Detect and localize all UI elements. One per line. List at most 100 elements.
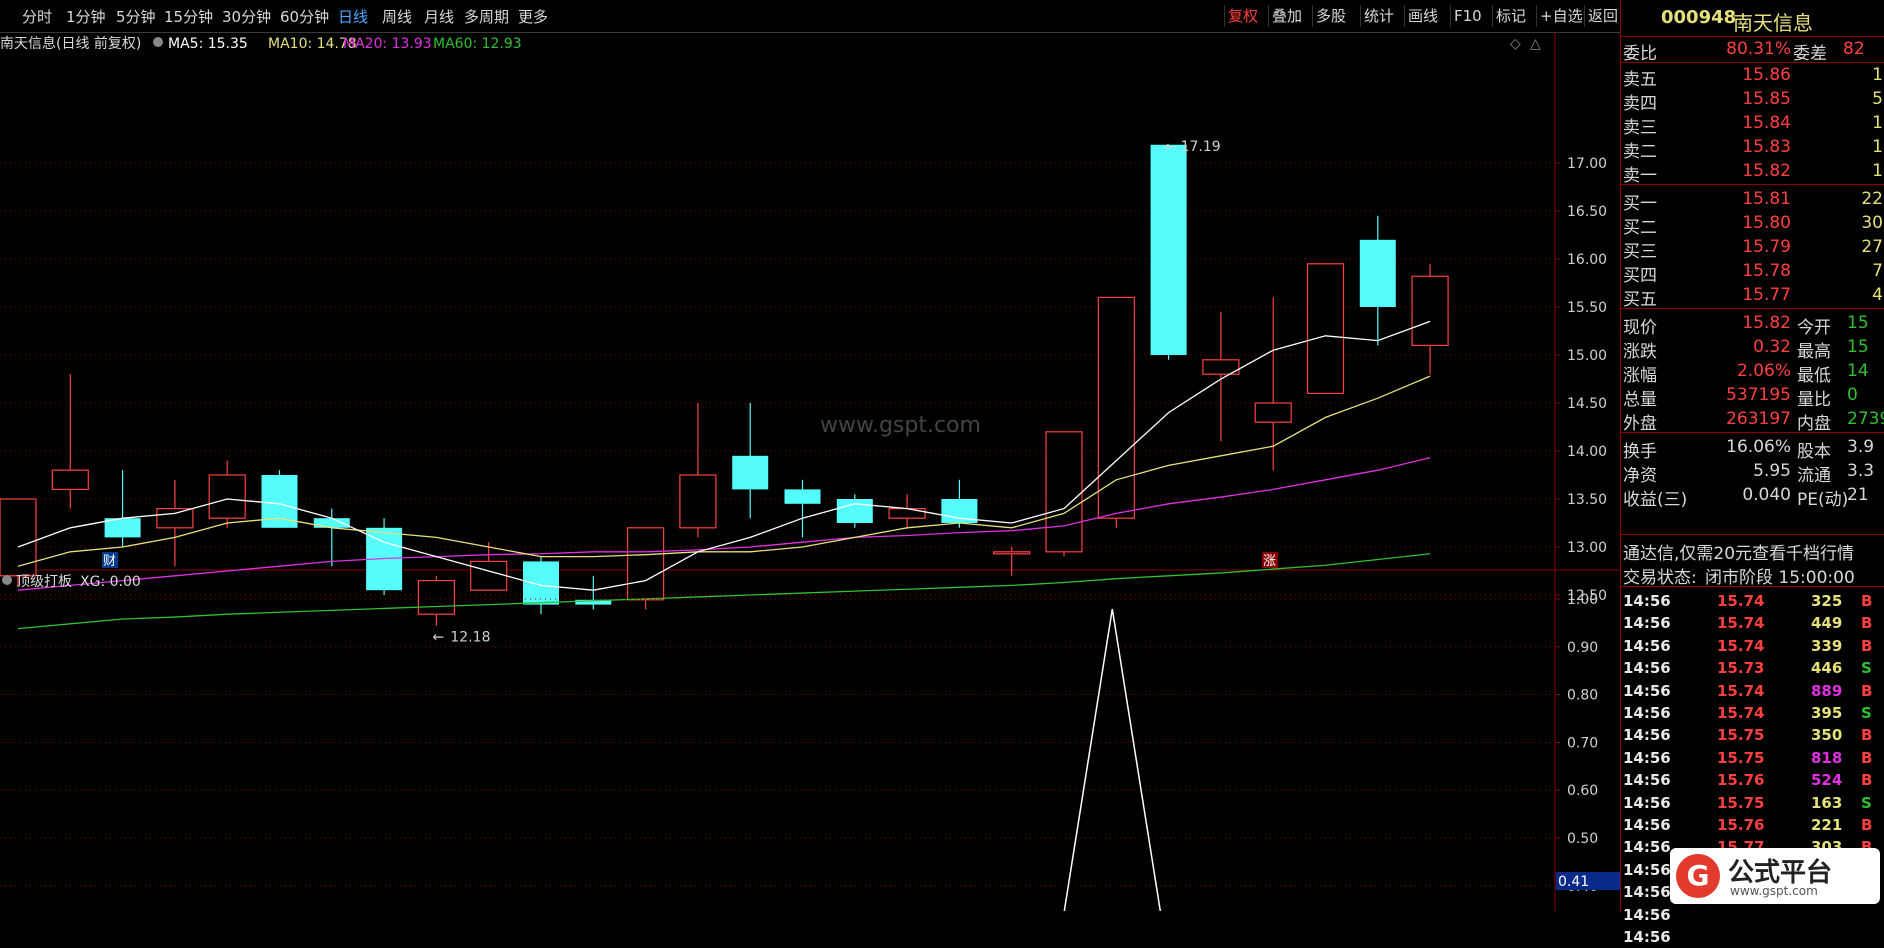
stat-value: 2.06%: [1736, 361, 1791, 381]
stat-row: 净资 5.95 流通 3.3: [1621, 460, 1884, 484]
stat-value: 21: [1847, 485, 1869, 505]
tool-button-5[interactable]: F10: [1450, 5, 1485, 27]
orderbook-price: 15.77: [1742, 285, 1791, 305]
tick-direction: B: [1861, 726, 1873, 745]
period-button-4[interactable]: 30分钟: [222, 6, 271, 27]
notice-row[interactable]: 通达信,仅需20元查看千档行情: [1621, 538, 1884, 562]
chart-area: 17.00 16.50 16.00 15.50 15.00 14.50 14.00 13.50…: [0, 32, 1620, 911]
orderbook-volume: 1: [1872, 65, 1883, 85]
tick-time: 14:56: [1623, 704, 1671, 722]
tick-row: 14:56 15.74 325 B: [1621, 590, 1884, 612]
candle-body: [1306, 263, 1345, 395]
stat-row: 总量 537195 量比 0: [1621, 384, 1884, 408]
candle: [1150, 144, 1187, 360]
stat-value: 0.32: [1753, 337, 1791, 357]
candle-body: [417, 579, 455, 615]
candle: [679, 403, 717, 538]
stat-label: 最高: [1797, 342, 1831, 360]
orderbook-label: 买一: [1623, 194, 1657, 212]
tick-direction: B: [1861, 636, 1873, 655]
sub-legend-title: 顶级打板: [16, 573, 72, 590]
candle-body: [1097, 296, 1135, 519]
orderbook-label: 卖四: [1623, 94, 1657, 112]
candle-body: [784, 489, 821, 504]
orderbook-row: 卖四 15.85 5: [1621, 88, 1884, 112]
orderbook-label: 卖五: [1623, 70, 1657, 88]
tick-direction: S: [1861, 793, 1872, 812]
candle-body: [0, 498, 37, 577]
weicha-label: 委差: [1793, 44, 1827, 62]
price-tick-label: 14.50: [1567, 396, 1607, 412]
orderbook-row: 卖一 15.82 1: [1621, 160, 1884, 184]
tool-button-6[interactable]: 标记: [1492, 5, 1529, 27]
watermark: www.gspt.com: [820, 413, 981, 438]
stat-row: 涨幅 2.06% 最低 14: [1621, 360, 1884, 384]
stat-value: 2739: [1847, 409, 1884, 429]
tick-price: 15.75: [1717, 793, 1765, 812]
period-button-2[interactable]: 5分钟: [116, 6, 156, 27]
candle: [1254, 297, 1292, 471]
price-tick-label: 14.00: [1567, 444, 1607, 460]
low-price-label: 12.18: [450, 630, 490, 646]
stat-label: PE(动): [1797, 490, 1849, 508]
tick-row: 14:56 15.73 446 S: [1621, 657, 1884, 679]
up-triangle-icon: △: [1530, 36, 1541, 52]
candle: [836, 494, 873, 528]
candle: [1202, 311, 1240, 442]
candle: [993, 547, 1031, 576]
price-tick-label: 16.50: [1567, 204, 1607, 220]
tool-button-8[interactable]: 返回: [1584, 5, 1621, 27]
period-button-3[interactable]: 15分钟: [164, 6, 213, 27]
candle-body: [836, 499, 873, 523]
candle-body: [732, 455, 769, 490]
period-button-5[interactable]: 60分钟: [280, 6, 329, 27]
stat-value: 15.82: [1742, 313, 1791, 333]
tick-volume: 350: [1811, 726, 1843, 745]
candle-body: [51, 469, 89, 491]
stat-row: 收益(三) 0.040 PE(动) 21: [1621, 484, 1884, 508]
period-toolbar: 分时 1分钟 5分钟 15分钟 30分钟 60分钟 日线 周线 月线 多周期 更多 复权 叠加 多股 统计画…: [0, 0, 1620, 33]
tool-button-0[interactable]: 复权: [1224, 5, 1261, 27]
cai-marker: 财: [103, 554, 116, 569]
gspt-logo: G 公式平台 www.gspt.com: [1670, 848, 1880, 904]
logo-url: www.gspt.com: [1730, 884, 1818, 898]
tick-time: 14:56: [1623, 883, 1671, 902]
tick-volume: 325: [1811, 592, 1843, 610]
stat-label: 内盘: [1797, 414, 1831, 432]
tick-price: 15.74: [1717, 704, 1765, 722]
quote-panel: 000948 南天信息 委比 80.31% 委差 82 卖五 15.86 1 卖四 15…: [1620, 0, 1884, 946]
period-button-0[interactable]: 分时: [22, 6, 52, 27]
orderbook-row: 买三 15.79 27: [1621, 236, 1884, 260]
tool-button-1[interactable]: 叠加: [1268, 5, 1305, 27]
period-button-10[interactable]: 更多: [518, 6, 548, 27]
orderbook-row: 买四 15.78 7: [1621, 260, 1884, 284]
orderbook-price: 15.79: [1742, 237, 1791, 257]
price-tick-label: 13.50: [1567, 492, 1607, 508]
tick-row: 14:56: [1621, 926, 1884, 948]
candle: [1097, 296, 1135, 528]
tool-button-2[interactable]: 多股: [1312, 5, 1349, 27]
trade-status-label: 交易状态:: [1623, 568, 1697, 586]
stat-row: 现价 15.82 今开 15: [1621, 312, 1884, 336]
period-button-6[interactable]: 日线: [338, 6, 368, 27]
tool-button-4[interactable]: 画线: [1404, 5, 1441, 27]
orderbook-volume: 1: [1872, 161, 1883, 181]
period-button-9[interactable]: 多周期: [464, 6, 509, 27]
tick-row: 14:56 15.75 818 B: [1621, 747, 1884, 769]
tick-direction: B: [1861, 592, 1873, 610]
period-button-8[interactable]: 月线: [424, 6, 454, 27]
tool-button-3[interactable]: 统计: [1360, 5, 1397, 27]
tick-time: 14:56: [1623, 860, 1671, 879]
trade-status-value: 闭市阶段 15:00:00: [1705, 568, 1855, 586]
period-button-7[interactable]: 周线: [382, 6, 412, 27]
ma10-line: [17, 375, 1431, 567]
tool-button-7[interactable]: +自选: [1536, 5, 1586, 27]
orderbook-label: 卖一: [1623, 166, 1657, 184]
period-button-1[interactable]: 1分钟: [66, 6, 106, 27]
tick-row: 14:56: [1621, 904, 1884, 926]
candle-body: [679, 474, 717, 529]
candle: [1411, 263, 1449, 375]
tick-price: 15.76: [1717, 816, 1765, 834]
price-tick-label: 15.50: [1567, 300, 1607, 316]
candle: [208, 460, 246, 528]
